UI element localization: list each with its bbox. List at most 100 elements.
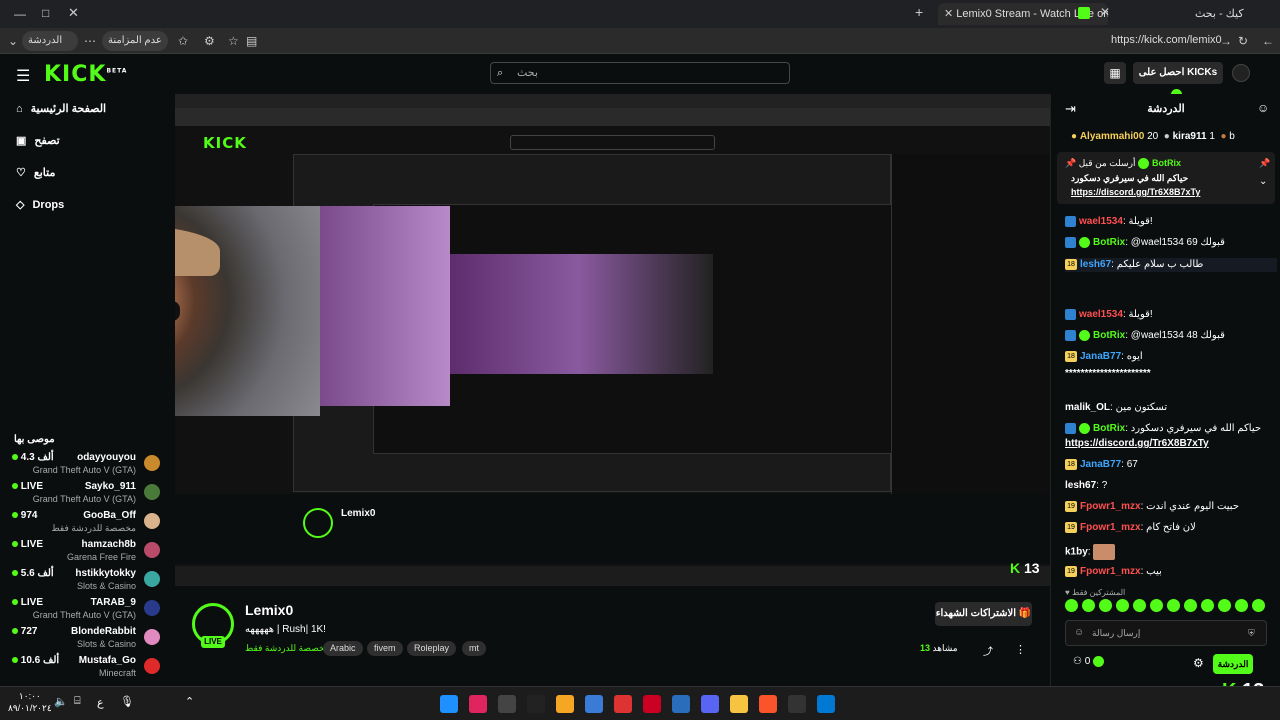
emote-icon[interactable] bbox=[1201, 599, 1214, 612]
star-icon[interactable]: ☆ bbox=[228, 33, 239, 49]
window-minimize-icon[interactable]: — bbox=[14, 7, 26, 21]
emote-icon[interactable] bbox=[1252, 599, 1265, 612]
chat-message[interactable]: 18 JanaB77: ايوه bbox=[1065, 350, 1277, 364]
chat-link[interactable]: https://discord.gg/Tr6X8B7xTy bbox=[1065, 438, 1209, 449]
chat-message[interactable]: BotRix: @wael1534 48 قبولك bbox=[1065, 329, 1277, 343]
more-options-icon[interactable]: ⋮ bbox=[1015, 643, 1026, 656]
emote-row[interactable] bbox=[1065, 599, 1275, 613]
taskbar-app-icon[interactable] bbox=[701, 695, 719, 713]
chat-username[interactable]: Fpowr1_mzx bbox=[1080, 566, 1141, 577]
url-text[interactable]: https://kick.com/lemix0 bbox=[1111, 34, 1222, 46]
nav-drops[interactable]: ◇ Drops bbox=[16, 198, 64, 212]
forward-icon[interactable]: ← bbox=[1262, 33, 1274, 49]
emote-icon[interactable] bbox=[1184, 599, 1197, 612]
chevron-down-icon[interactable]: ⌄ bbox=[1259, 176, 1267, 187]
video-player[interactable]: KICK Lemix0 K 13 bbox=[175, 94, 1050, 586]
close-tab-icon[interactable]: ✕ bbox=[944, 8, 953, 20]
chat-username[interactable]: BotRix bbox=[1093, 330, 1125, 341]
send-chat-button[interactable]: الدردشة bbox=[1213, 654, 1253, 674]
chat-message[interactable]: BotRix: @wael1534 69 قبولك bbox=[1065, 236, 1277, 250]
taskbar-app-icon[interactable] bbox=[759, 695, 777, 713]
layout-icon[interactable]: ▦ bbox=[1104, 62, 1126, 84]
taskbar-app-icon[interactable] bbox=[556, 695, 574, 713]
emote-icon[interactable] bbox=[1116, 599, 1129, 612]
chat-pill[interactable]: الدردشة bbox=[22, 31, 78, 51]
recommended-channel[interactable]: TARAB_9 Grand Theft Auto V (GTA) LIVE bbox=[8, 597, 166, 625]
pinned-link[interactable]: https://discord.gg/Tr6X8B7xTy bbox=[1071, 187, 1200, 197]
chat-message[interactable]: k1by: bbox=[1065, 544, 1277, 560]
chat-message[interactable]: malik_OL: تسكتون مين bbox=[1065, 401, 1277, 415]
taskbar-app-icon[interactable] bbox=[440, 695, 458, 713]
favorites-icon[interactable]: ✩ bbox=[178, 33, 188, 49]
chat-input[interactable]: ☺ إرسال رسالة ⛨ bbox=[1065, 620, 1267, 646]
taskbar-app-icon[interactable] bbox=[614, 695, 632, 713]
chat-message[interactable]: wael1534: قويلة! bbox=[1065, 308, 1277, 322]
nav-browse[interactable]: ▣ تصفح bbox=[16, 134, 60, 147]
tab-search[interactable]: كيك - بحث bbox=[1195, 3, 1275, 25]
tag-chip[interactable]: mt bbox=[462, 641, 486, 656]
chat-message[interactable]: 19 Fpowr1_mzx: بيب bbox=[1065, 565, 1277, 579]
emote-icon[interactable] bbox=[1099, 599, 1112, 612]
taskbar-app-icon[interactable] bbox=[730, 695, 748, 713]
chat-username[interactable]: Fpowr1_mzx bbox=[1080, 501, 1141, 512]
chat-username[interactable]: wael1534 bbox=[1079, 309, 1123, 320]
nav-following[interactable]: ♡ متابع bbox=[16, 166, 55, 179]
chat-username[interactable]: BotRix bbox=[1093, 423, 1125, 434]
share-icon[interactable]: ⤴ bbox=[983, 643, 993, 658]
chevron-up-icon[interactable]: ⌃ bbox=[185, 695, 194, 708]
recommended-channel[interactable]: hstikkytokky Slots & Casino 5.6 ألف bbox=[8, 568, 166, 596]
kick-logo[interactable]: KICKBETA bbox=[44, 62, 127, 87]
tag-chip[interactable]: Arabic bbox=[323, 641, 363, 656]
chat-message[interactable]: ********************** bbox=[1065, 367, 1277, 381]
chat-message[interactable]: BotRix: حياكم الله في سيرفري دسكورد bbox=[1065, 422, 1277, 436]
hamburger-icon[interactable]: ☰ bbox=[16, 66, 30, 86]
taskbar-app-icon[interactable] bbox=[817, 695, 835, 713]
taskbar-app-icon[interactable] bbox=[469, 695, 487, 713]
user-avatar[interactable] bbox=[1232, 64, 1250, 82]
back-icon[interactable]: → bbox=[1220, 33, 1232, 49]
chat-message[interactable]: 19 Fpowr1_mzx: حبيت اليوم عندي اندت bbox=[1065, 500, 1277, 514]
extensions-icon[interactable]: ⚙ bbox=[204, 33, 215, 49]
tag-chip[interactable]: Roleplay bbox=[407, 641, 457, 656]
emote-icon[interactable] bbox=[1082, 599, 1095, 612]
close-window-icon[interactable]: ✕ bbox=[68, 5, 79, 21]
streamer-name[interactable]: Lemix0 bbox=[245, 602, 293, 618]
chat-username[interactable]: JanaB77 bbox=[1080, 351, 1121, 362]
kicks-balance[interactable]: ⚇ 0 bbox=[1073, 656, 1107, 667]
chat-message[interactable]: lesh67: ? bbox=[1065, 479, 1277, 493]
subscribe-button[interactable]: الاشتراكات الشهداء 🎁 bbox=[935, 602, 1032, 626]
emote-icon[interactable] bbox=[1133, 599, 1146, 612]
reader-icon[interactable]: ▤ bbox=[246, 33, 257, 49]
recommended-channel[interactable]: BlondeRabbit Slots & Casino 727 bbox=[8, 626, 166, 654]
chat-username[interactable]: Fpowr1_mzx bbox=[1080, 522, 1141, 533]
stream-category[interactable]: مخصصة للدردشة فقط bbox=[245, 643, 330, 654]
emote-icon[interactable] bbox=[1150, 599, 1163, 612]
tag-chip[interactable]: fivem bbox=[367, 641, 403, 656]
emote-icon[interactable] bbox=[1065, 599, 1078, 612]
taskbar-app-icon[interactable] bbox=[498, 695, 516, 713]
language-indicator[interactable]: ع bbox=[97, 696, 104, 709]
more-icon[interactable]: ⋯ bbox=[84, 33, 96, 49]
recommended-channel[interactable]: odayyouyou Grand Theft Auto V (GTA) 4.3 أ… bbox=[8, 452, 166, 480]
chat-message[interactable]: 19 Fpowr1_mzx: لان فاتح كام bbox=[1065, 521, 1277, 535]
get-kicks-button[interactable]: احصل على KICKs bbox=[1133, 62, 1223, 100]
window-maximize-icon[interactable]: □ bbox=[42, 6, 49, 20]
profile-pill[interactable]: عدم المزامنة bbox=[102, 31, 168, 51]
network-icon[interactable]: ⌸ bbox=[74, 695, 81, 708]
chat-username[interactable]: wael1534 bbox=[1079, 216, 1123, 227]
chat-message[interactable]: https://discord.gg/Tr6X8B7xTy bbox=[1065, 437, 1277, 451]
clock[interactable]: ١٠:٠٠ ٨٩/٠١/٢٠٢٤ bbox=[8, 690, 52, 714]
emote-icon[interactable] bbox=[1218, 599, 1231, 612]
recommended-channel[interactable]: Mustafa_Go Minecraft 10.6 ألف bbox=[8, 655, 166, 683]
taskbar-app-icon[interactable] bbox=[788, 695, 806, 713]
search-input[interactable]: ⌕ بحث bbox=[490, 62, 790, 84]
chat-username[interactable]: lesh67 bbox=[1080, 259, 1111, 270]
chat-message[interactable]: 18 lesh67: طالب ب سلام عليكم bbox=[1065, 258, 1277, 272]
pinned-message[interactable]: 📌 أرسلت من قبل BotRix حياكم الله في سيرف… bbox=[1057, 152, 1275, 204]
shield-icon[interactable]: ⛨ bbox=[1248, 621, 1255, 645]
taskbar-app-icon[interactable] bbox=[672, 695, 690, 713]
recommended-channel[interactable]: hamzach8b Garena Free Fire LIVE bbox=[8, 539, 166, 567]
chat-username[interactable]: BotRix bbox=[1093, 237, 1125, 248]
emote-icon[interactable] bbox=[1235, 599, 1248, 612]
chat-username[interactable]: malik_OL bbox=[1065, 402, 1110, 413]
